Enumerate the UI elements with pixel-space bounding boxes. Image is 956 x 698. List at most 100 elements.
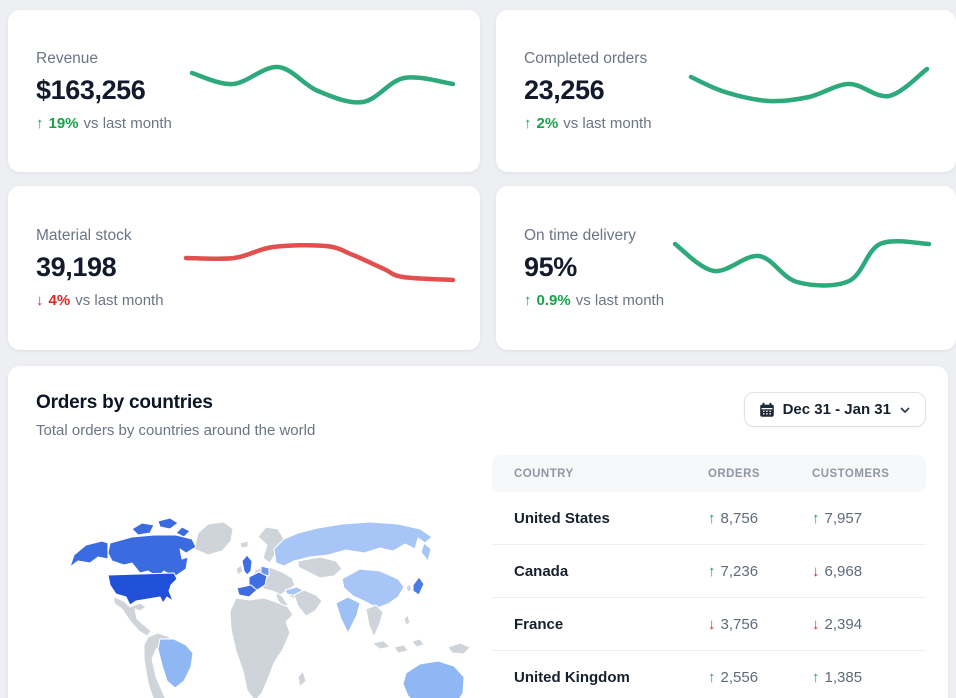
orders-card-header: Orders by countries Total orders by coun… [36,392,926,439]
kpi-text-block: Completed orders 23,256 ↑ 2% vs last mon… [524,50,674,132]
trend-arrow-icon: ↑ [708,669,716,686]
delta-compare-label: vs last month [75,292,163,309]
trend-arrow-icon: ↑ [812,669,820,686]
kpi-title: Revenue [36,50,186,68]
section-subtitle: Total orders by countries around the wor… [36,422,315,439]
customers-value: ↑7,957 [812,510,926,527]
map-country-canada[interactable] [108,535,196,577]
map-country-madagascar [298,671,306,687]
map-country-brazil[interactable] [158,639,193,688]
map-continent-africa [230,598,293,698]
material-stock-sparkline-chart [186,241,454,285]
delta-percent: 4% [49,292,71,309]
orders-value: ↑8,756 [708,510,812,527]
map-country-united-kingdom[interactable] [242,555,252,575]
kpi-grid: Revenue $163,256 ↑ 19% vs last month Com… [8,10,948,350]
map-country-new-guinea [448,643,470,654]
kpi-value: 23,256 [524,75,674,106]
kpi-delta: ↓ 4% vs last month [36,292,186,309]
column-header-customers: CUSTOMERS [812,468,926,480]
kpi-delta: ↑ 2% vs last month [524,115,674,132]
map-country-japan[interactable] [413,577,424,595]
trend-arrow-icon: ↑ [36,115,44,132]
kpi-value: 39,198 [36,252,186,283]
table-row: United Kingdom ↑2,556 ↑1,385 [492,651,926,698]
trend-arrow-icon: ↑ [708,563,716,580]
date-range-label: Dec 31 - Jan 31 [783,401,891,418]
trend-arrow-icon: ↓ [812,616,820,633]
trend-arrow-icon: ↓ [812,563,820,580]
map-country-south-korea [406,584,412,592]
kpi-title: On time delivery [524,227,674,245]
customers-value: ↓2,394 [812,616,926,633]
trend-arrow-icon: ↓ [708,616,716,633]
country-name: France [514,616,708,633]
kpi-text-block: Material stock 39,198 ↓ 4% vs last month [36,227,186,309]
country-name: United States [514,510,708,527]
delta-percent: 2% [537,115,559,132]
table-row: United States ↑8,756 ↑7,957 [492,492,926,545]
table-row: Canada ↑7,236 ↓6,968 [492,545,926,598]
orders-value: ↑7,236 [708,563,812,580]
orders-value: ↑2,556 [708,669,812,686]
revenue-sparkline-chart [192,63,454,109]
orders-by-countries-card: Orders by countries Total orders by coun… [8,366,948,698]
delta-percent: 19% [49,115,79,132]
map-country-australia[interactable] [403,661,464,698]
completed-orders-sparkline-chart [690,66,930,106]
column-header-orders: ORDERS [708,468,812,480]
kpi-text-block: On time delivery 95% ↑ 0.9% vs last mont… [524,227,674,309]
orders-value: ↓3,756 [708,616,812,633]
customers-value: ↓6,968 [812,563,926,580]
trend-arrow-icon: ↑ [708,510,716,527]
map-country-iceland [240,541,248,548]
orders-card-body: COUNTRY ORDERS CUSTOMERS United States ↑… [36,455,926,698]
customers-value: ↑1,385 [812,669,926,686]
kpi-value: 95% [524,252,674,283]
orders-country-table: COUNTRY ORDERS CUSTOMERS United States ↑… [492,455,926,698]
kpi-card-revenue: Revenue $163,256 ↑ 19% vs last month [8,10,480,172]
delta-compare-label: vs last month [576,292,664,309]
kpi-delta: ↑ 0.9% vs last month [524,292,674,309]
trend-arrow-icon: ↑ [524,292,532,309]
table-row: France ↓3,756 ↓2,394 [492,598,926,651]
calendar-icon [759,402,775,418]
kpi-title: Completed orders [524,50,674,68]
on-time-delivery-sparkline-chart [674,239,930,287]
trend-arrow-icon: ↑ [524,115,532,132]
section-title: Orders by countries [36,392,315,414]
map-country-ireland [236,565,243,575]
trend-arrow-icon: ↑ [812,510,820,527]
table-header-row: COUNTRY ORDERS CUSTOMERS [492,455,926,492]
map-country-canada-islands [132,518,190,537]
map-region-kamchatka [421,543,431,561]
map-region-central-asia [298,557,342,578]
map-country-russia[interactable] [274,522,432,566]
country-name: Canada [514,563,708,580]
map-region-southeast-asia [366,605,383,637]
column-header-country: COUNTRY [514,468,708,480]
country-name: United Kingdom [514,669,708,686]
map-region-alaska[interactable] [70,541,108,567]
kpi-card-material-stock: Material stock 39,198 ↓ 4% vs last month [8,186,480,350]
date-range-picker-button[interactable]: Dec 31 - Jan 31 [744,392,926,427]
chevron-down-icon [899,404,911,416]
kpi-delta: ↑ 19% vs last month [36,115,186,132]
kpi-title: Material stock [36,227,186,245]
world-map-svg [36,491,486,698]
kpi-card-on-time-delivery: On time delivery 95% ↑ 0.9% vs last mont… [496,186,956,350]
orders-title-block: Orders by countries Total orders by coun… [36,392,315,439]
map-region-middle-east [294,590,322,616]
map-country-greenland [194,522,233,555]
kpi-value: $163,256 [36,75,186,106]
map-country-philippines [404,615,410,625]
delta-percent: 0.9% [537,292,571,309]
dashboard-page: Revenue $163,256 ↑ 19% vs last month Com… [0,0,956,698]
kpi-text-block: Revenue $163,256 ↑ 19% vs last month [36,50,186,132]
trend-arrow-icon: ↓ [36,292,44,309]
kpi-card-completed-orders: Completed orders 23,256 ↑ 2% vs last mon… [496,10,956,172]
delta-compare-label: vs last month [563,115,651,132]
world-map [36,455,492,698]
map-country-india[interactable] [336,597,360,633]
delta-compare-label: vs last month [84,115,172,132]
